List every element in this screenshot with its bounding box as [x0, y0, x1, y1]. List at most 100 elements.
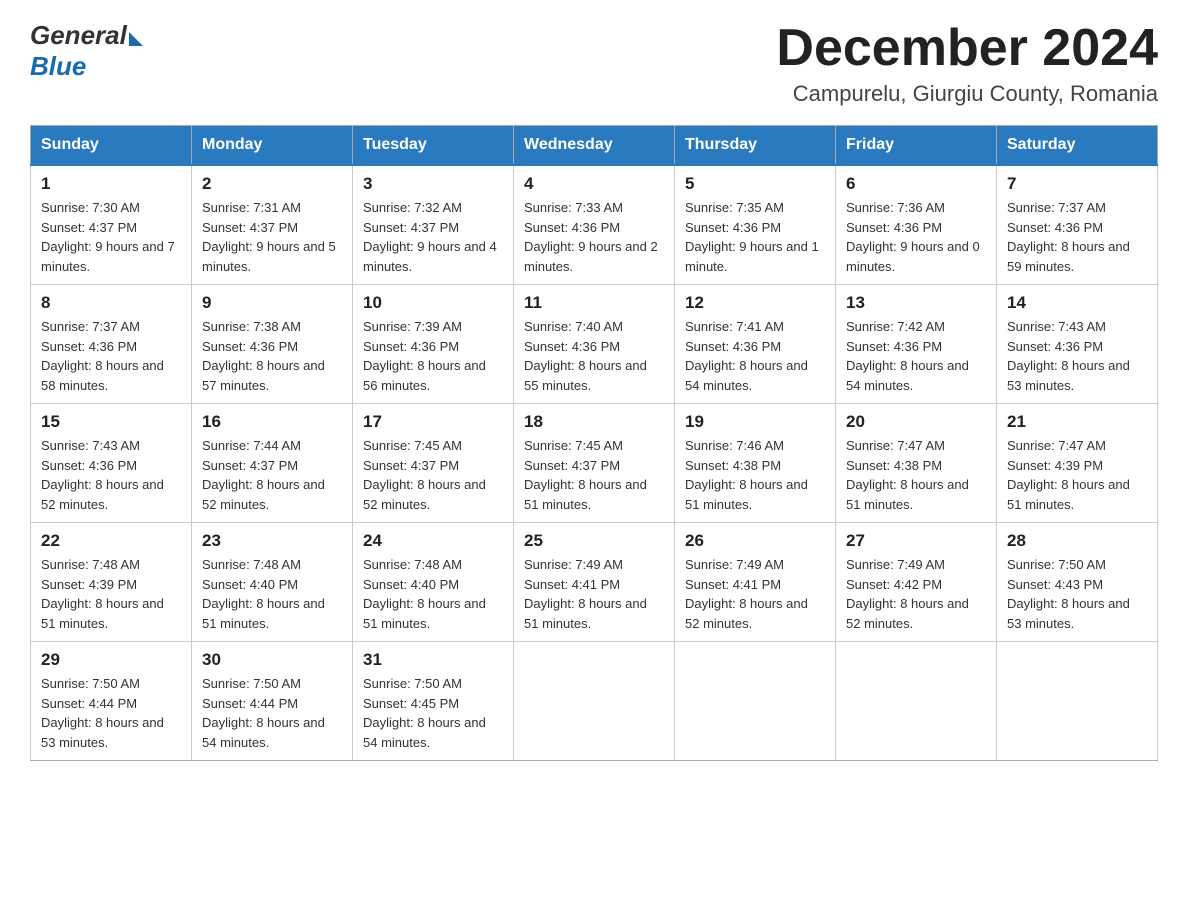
day-info: Sunrise: 7:40 AMSunset: 4:36 PMDaylight:… — [524, 317, 664, 395]
day-info: Sunrise: 7:41 AMSunset: 4:36 PMDaylight:… — [685, 317, 825, 395]
calendar-cell: 3 Sunrise: 7:32 AMSunset: 4:37 PMDaylight… — [353, 165, 514, 285]
day-info: Sunrise: 7:50 AMSunset: 4:44 PMDaylight:… — [41, 674, 181, 752]
calendar-cell: 18 Sunrise: 7:45 AMSunset: 4:37 PMDayligh… — [514, 404, 675, 523]
day-number: 15 — [41, 412, 181, 432]
month-year-title: December 2024 — [776, 20, 1158, 77]
day-number: 4 — [524, 174, 664, 194]
calendar-cell: 14 Sunrise: 7:43 AMSunset: 4:36 PMDayligh… — [997, 285, 1158, 404]
day-info: Sunrise: 7:37 AMSunset: 4:36 PMDaylight:… — [1007, 198, 1147, 276]
weekday-header-thursday: Thursday — [675, 126, 836, 166]
calendar-table: SundayMondayTuesdayWednesdayThursdayFrid… — [30, 125, 1158, 761]
day-number: 8 — [41, 293, 181, 313]
calendar-header-row: SundayMondayTuesdayWednesdayThursdayFrid… — [31, 126, 1158, 166]
weekday-header-sunday: Sunday — [31, 126, 192, 166]
weekday-header-wednesday: Wednesday — [514, 126, 675, 166]
day-info: Sunrise: 7:30 AMSunset: 4:37 PMDaylight:… — [41, 198, 181, 276]
day-number: 7 — [1007, 174, 1147, 194]
calendar-cell: 25 Sunrise: 7:49 AMSunset: 4:41 PMDayligh… — [514, 523, 675, 642]
calendar-cell: 11 Sunrise: 7:40 AMSunset: 4:36 PMDayligh… — [514, 285, 675, 404]
day-info: Sunrise: 7:47 AMSunset: 4:38 PMDaylight:… — [846, 436, 986, 514]
day-number: 10 — [363, 293, 503, 313]
day-number: 21 — [1007, 412, 1147, 432]
day-info: Sunrise: 7:35 AMSunset: 4:36 PMDaylight:… — [685, 198, 825, 276]
calendar-cell: 8Sunrise: 7:37 AMSunset: 4:36 PMDaylight… — [31, 285, 192, 404]
calendar-cell: 29 Sunrise: 7:50 AMSunset: 4:44 PMDayligh… — [31, 642, 192, 761]
location-subtitle: Campurelu, Giurgiu County, Romania — [776, 81, 1158, 107]
day-info: Sunrise: 7:33 AMSunset: 4:36 PMDaylight:… — [524, 198, 664, 276]
day-number: 2 — [202, 174, 342, 194]
calendar-week-row: 22 Sunrise: 7:48 AMSunset: 4:39 PMDayligh… — [31, 523, 1158, 642]
day-number: 18 — [524, 412, 664, 432]
calendar-cell — [514, 642, 675, 761]
day-number: 27 — [846, 531, 986, 551]
day-info: Sunrise: 7:45 AMSunset: 4:37 PMDaylight:… — [524, 436, 664, 514]
day-number: 24 — [363, 531, 503, 551]
day-number: 22 — [41, 531, 181, 551]
day-info: Sunrise: 7:43 AMSunset: 4:36 PMDaylight:… — [1007, 317, 1147, 395]
calendar-cell: 30Sunrise: 7:50 AMSunset: 4:44 PMDayligh… — [192, 642, 353, 761]
calendar-cell: 24Sunrise: 7:48 AMSunset: 4:40 PMDayligh… — [353, 523, 514, 642]
calendar-cell: 20 Sunrise: 7:47 AMSunset: 4:38 PMDayligh… — [836, 404, 997, 523]
weekday-header-tuesday: Tuesday — [353, 126, 514, 166]
logo-general-text: General — [30, 20, 127, 51]
calendar-cell: 31Sunrise: 7:50 AMSunset: 4:45 PMDayligh… — [353, 642, 514, 761]
day-info: Sunrise: 7:48 AMSunset: 4:40 PMDaylight:… — [202, 555, 342, 633]
logo: General Blue — [30, 20, 143, 82]
calendar-cell: 22 Sunrise: 7:48 AMSunset: 4:39 PMDayligh… — [31, 523, 192, 642]
calendar-cell: 13 Sunrise: 7:42 AMSunset: 4:36 PMDayligh… — [836, 285, 997, 404]
day-info: Sunrise: 7:42 AMSunset: 4:36 PMDaylight:… — [846, 317, 986, 395]
day-number: 14 — [1007, 293, 1147, 313]
calendar-cell: 19 Sunrise: 7:46 AMSunset: 4:38 PMDayligh… — [675, 404, 836, 523]
day-number: 11 — [524, 293, 664, 313]
day-number: 9 — [202, 293, 342, 313]
weekday-header-saturday: Saturday — [997, 126, 1158, 166]
day-number: 3 — [363, 174, 503, 194]
calendar-cell: 9 Sunrise: 7:38 AMSunset: 4:36 PMDaylight… — [192, 285, 353, 404]
day-number: 29 — [41, 650, 181, 670]
day-number: 6 — [846, 174, 986, 194]
calendar-week-row: 15 Sunrise: 7:43 AMSunset: 4:36 PMDayligh… — [31, 404, 1158, 523]
calendar-cell: 26 Sunrise: 7:49 AMSunset: 4:41 PMDayligh… — [675, 523, 836, 642]
calendar-cell: 10 Sunrise: 7:39 AMSunset: 4:36 PMDayligh… — [353, 285, 514, 404]
calendar-cell: 15 Sunrise: 7:43 AMSunset: 4:36 PMDayligh… — [31, 404, 192, 523]
calendar-cell: 7 Sunrise: 7:37 AMSunset: 4:36 PMDaylight… — [997, 165, 1158, 285]
calendar-cell: 23 Sunrise: 7:48 AMSunset: 4:40 PMDayligh… — [192, 523, 353, 642]
day-number: 17 — [363, 412, 503, 432]
day-number: 20 — [846, 412, 986, 432]
calendar-cell — [997, 642, 1158, 761]
calendar-cell: 17 Sunrise: 7:45 AMSunset: 4:37 PMDayligh… — [353, 404, 514, 523]
calendar-cell: 4 Sunrise: 7:33 AMSunset: 4:36 PMDaylight… — [514, 165, 675, 285]
day-number: 31 — [363, 650, 503, 670]
day-number: 19 — [685, 412, 825, 432]
logo-arrow-icon — [129, 32, 143, 46]
day-number: 23 — [202, 531, 342, 551]
day-info: Sunrise: 7:32 AMSunset: 4:37 PMDaylight:… — [363, 198, 503, 276]
calendar-cell: 5 Sunrise: 7:35 AMSunset: 4:36 PMDaylight… — [675, 165, 836, 285]
calendar-cell: 21Sunrise: 7:47 AMSunset: 4:39 PMDayligh… — [997, 404, 1158, 523]
day-number: 1 — [41, 174, 181, 194]
calendar-week-row: 1 Sunrise: 7:30 AMSunset: 4:37 PMDaylight… — [31, 165, 1158, 285]
calendar-cell — [836, 642, 997, 761]
calendar-week-row: 8Sunrise: 7:37 AMSunset: 4:36 PMDaylight… — [31, 285, 1158, 404]
day-info: Sunrise: 7:39 AMSunset: 4:36 PMDaylight:… — [363, 317, 503, 395]
day-info: Sunrise: 7:49 AMSunset: 4:41 PMDaylight:… — [524, 555, 664, 633]
day-info: Sunrise: 7:49 AMSunset: 4:42 PMDaylight:… — [846, 555, 986, 633]
day-info: Sunrise: 7:45 AMSunset: 4:37 PMDaylight:… — [363, 436, 503, 514]
day-info: Sunrise: 7:36 AMSunset: 4:36 PMDaylight:… — [846, 198, 986, 276]
day-number: 5 — [685, 174, 825, 194]
day-number: 16 — [202, 412, 342, 432]
day-info: Sunrise: 7:49 AMSunset: 4:41 PMDaylight:… — [685, 555, 825, 633]
day-number: 13 — [846, 293, 986, 313]
day-number: 30 — [202, 650, 342, 670]
calendar-cell: 28Sunrise: 7:50 AMSunset: 4:43 PMDayligh… — [997, 523, 1158, 642]
day-number: 12 — [685, 293, 825, 313]
title-block: December 2024 Campurelu, Giurgiu County,… — [776, 20, 1158, 107]
day-info: Sunrise: 7:46 AMSunset: 4:38 PMDaylight:… — [685, 436, 825, 514]
day-info: Sunrise: 7:48 AMSunset: 4:39 PMDaylight:… — [41, 555, 181, 633]
day-number: 25 — [524, 531, 664, 551]
day-number: 26 — [685, 531, 825, 551]
day-info: Sunrise: 7:43 AMSunset: 4:36 PMDaylight:… — [41, 436, 181, 514]
weekday-header-friday: Friday — [836, 126, 997, 166]
day-info: Sunrise: 7:38 AMSunset: 4:36 PMDaylight:… — [202, 317, 342, 395]
page-header: General Blue December 2024 Campurelu, Gi… — [30, 20, 1158, 107]
